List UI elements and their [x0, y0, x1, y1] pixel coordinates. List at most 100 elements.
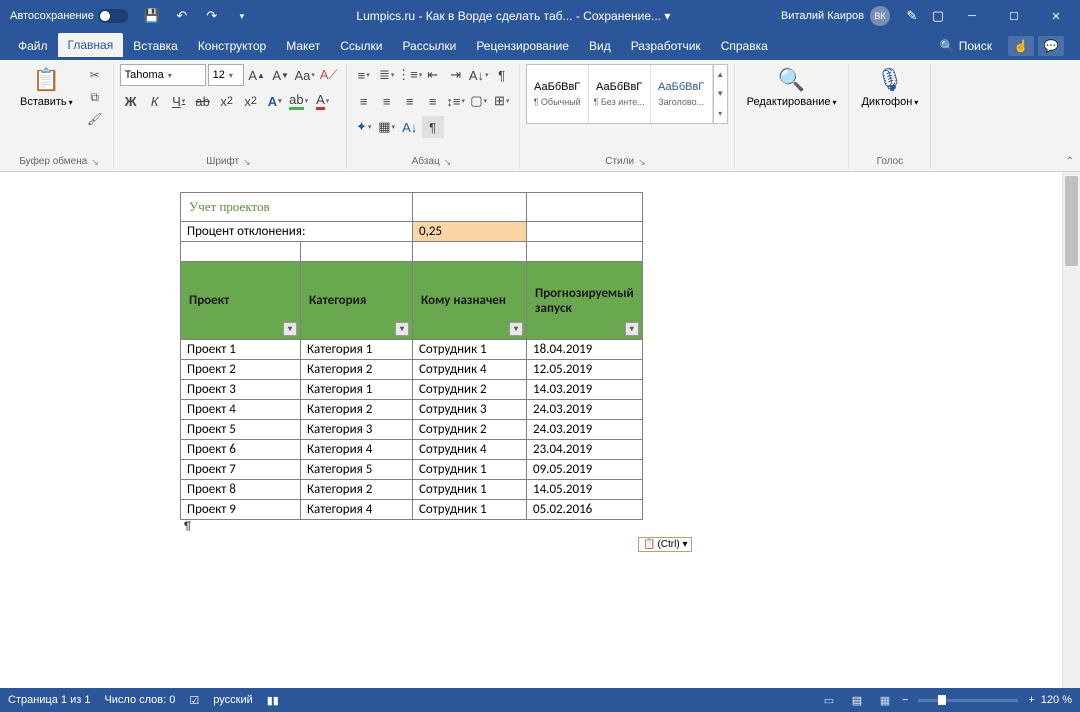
- tab-file[interactable]: Файл: [8, 34, 58, 58]
- font-size-combo[interactable]: 12▾: [208, 64, 244, 86]
- table-cell[interactable]: Категория 2: [301, 360, 413, 380]
- maximize-button[interactable]: ☐: [994, 0, 1034, 32]
- table-cell[interactable]: 23.04.2019: [527, 440, 643, 460]
- subscript-button[interactable]: x2: [216, 90, 238, 112]
- header-launch[interactable]: Прогнозируемый запуск▾: [527, 262, 643, 340]
- table-cell[interactable]: 24.03.2019: [527, 420, 643, 440]
- table-row[interactable]: Проект 2Категория 2Сотрудник 412.05.2019: [181, 360, 643, 380]
- table-cell[interactable]: 14.03.2019: [527, 380, 643, 400]
- zoom-out-button[interactable]: −: [902, 694, 908, 706]
- table-cell[interactable]: Сотрудник 2: [413, 380, 527, 400]
- font-launcher-icon[interactable]: ↘: [243, 157, 253, 167]
- tab-insert[interactable]: Вставка: [123, 34, 188, 58]
- autosave-toggle[interactable]: Автосохранение: [4, 9, 134, 23]
- dictate-button[interactable]: 🎙 Диктофон▾: [855, 64, 924, 110]
- table-cell[interactable]: Сотрудник 1: [413, 460, 527, 480]
- table-cell[interactable]: Категория 2: [301, 480, 413, 500]
- table-row[interactable]: Проект 7Категория 5Сотрудник 109.05.2019: [181, 460, 643, 480]
- tab-review[interactable]: Рецензирование: [466, 34, 579, 58]
- save-icon[interactable]: 💾: [140, 4, 164, 28]
- scrollbar-thumb[interactable]: [1065, 176, 1078, 266]
- para-launcher-icon[interactable]: ↘: [444, 157, 454, 167]
- gallery-scroll[interactable]: ▲▼▾: [713, 65, 727, 123]
- shading-button[interactable]: ▢: [468, 90, 490, 112]
- table-cell[interactable]: Сотрудник 2: [413, 420, 527, 440]
- table-row[interactable]: Проект 6Категория 4Сотрудник 423.04.2019: [181, 440, 643, 460]
- paste-button[interactable]: 📋 Вставить▾: [14, 64, 79, 110]
- tab-design[interactable]: Конструктор: [188, 34, 276, 58]
- table-cell[interactable]: Проект 9: [181, 500, 301, 520]
- draw-mode-icon[interactable]: ✎: [900, 4, 924, 28]
- editing-button[interactable]: 🔍 Редактирование▾: [741, 64, 843, 110]
- redo-icon[interactable]: ↷: [200, 4, 224, 28]
- ribbon-display-icon[interactable]: ▢: [926, 4, 950, 28]
- table-cell[interactable]: 09.05.2019: [527, 460, 643, 480]
- header-assignee[interactable]: Кому назначен▾: [413, 262, 527, 340]
- styles-gallery[interactable]: АаБбВвГ ¶ Обычный АаБбВвГ ¶ Без инте... …: [526, 64, 728, 124]
- undo-icon[interactable]: ↶: [170, 4, 194, 28]
- strike-button[interactable]: ab: [192, 90, 214, 112]
- vertical-scrollbar[interactable]: [1062, 172, 1080, 688]
- table-cell[interactable]: Проект 8: [181, 480, 301, 500]
- superscript-button[interactable]: x2: [240, 90, 262, 112]
- view-web-button[interactable]: ▦: [874, 691, 896, 709]
- font-color-button[interactable]: A: [312, 90, 334, 112]
- tab-view[interactable]: Вид: [579, 34, 621, 58]
- search-box[interactable]: 🔍 Поиск: [932, 39, 1000, 53]
- status-macro-icon[interactable]: ▮▮: [267, 694, 279, 707]
- table-row[interactable]: Проект 8Категория 2Сотрудник 114.05.2019: [181, 480, 643, 500]
- style-heading1[interactable]: АаБбВвГ Заголово...: [651, 65, 713, 123]
- table-cell[interactable]: 12.05.2019: [527, 360, 643, 380]
- borders-button[interactable]: ⊞: [491, 90, 513, 112]
- status-words[interactable]: Число слов: 0: [104, 694, 175, 706]
- table-cell[interactable]: Сотрудник 4: [413, 440, 527, 460]
- status-spellcheck-icon[interactable]: ☑: [189, 694, 199, 707]
- align-left-button[interactable]: ≡: [353, 90, 375, 112]
- table-row[interactable]: Проект 5Категория 3Сотрудник 224.03.2019: [181, 420, 643, 440]
- table-cell[interactable]: Проект 1: [181, 340, 301, 360]
- filter-icon[interactable]: ▾: [283, 322, 297, 336]
- table-cell[interactable]: 18.04.2019: [527, 340, 643, 360]
- close-button[interactable]: ✕: [1036, 0, 1076, 32]
- font-name-combo[interactable]: Tahoma▾: [120, 64, 206, 86]
- project-table[interactable]: Учет проектов Процент отклонения: 0,25 П…: [180, 192, 643, 520]
- clear-format-button[interactable]: A⟋: [318, 64, 340, 86]
- increase-indent-button[interactable]: ⇥: [445, 64, 467, 86]
- show-marks-button[interactable]: ¶: [491, 64, 513, 86]
- table-cell[interactable]: Категория 2: [301, 400, 413, 420]
- bold-button[interactable]: Ж: [120, 90, 142, 112]
- tab-developer[interactable]: Разработчик: [621, 34, 711, 58]
- table-cell[interactable]: Сотрудник 3: [413, 400, 527, 420]
- table-cell[interactable]: Категория 5: [301, 460, 413, 480]
- sort-asc-button[interactable]: A↓: [399, 116, 421, 138]
- table-cell[interactable]: Проект 4: [181, 400, 301, 420]
- pilcrow-button[interactable]: ¶: [422, 116, 444, 138]
- filter-icon[interactable]: ▾: [395, 322, 409, 336]
- status-language[interactable]: русский: [213, 694, 252, 706]
- paste-options-button[interactable]: 📋 (Ctrl) ▾: [638, 537, 692, 552]
- table-row[interactable]: Проект 1Категория 1Сотрудник 118.04.2019: [181, 340, 643, 360]
- fill-button[interactable]: ▦: [376, 116, 398, 138]
- copy-button[interactable]: ⧉: [85, 88, 105, 106]
- table-cell[interactable]: Сотрудник 4: [413, 360, 527, 380]
- text-effects-button[interactable]: A: [264, 90, 286, 112]
- table-cell[interactable]: Категория 1: [301, 380, 413, 400]
- style-nospacing[interactable]: АаБбВвГ ¶ Без инте...: [589, 65, 651, 123]
- tab-references[interactable]: Ссылки: [330, 34, 392, 58]
- zoom-level[interactable]: 120 %: [1041, 694, 1072, 706]
- table-cell[interactable]: Сотрудник 1: [413, 340, 527, 360]
- zoom-in-button[interactable]: +: [1028, 694, 1034, 706]
- align-right-button[interactable]: ≡: [399, 90, 421, 112]
- change-case-button[interactable]: Aa: [294, 64, 316, 86]
- multilevel-button[interactable]: ⋮≡: [399, 64, 421, 86]
- table-row[interactable]: Проект 4Категория 2Сотрудник 324.03.2019: [181, 400, 643, 420]
- table-cell[interactable]: Категория 4: [301, 500, 413, 520]
- table-cell[interactable]: Проект 6: [181, 440, 301, 460]
- numbering-button[interactable]: ≣: [376, 64, 398, 86]
- table-cell[interactable]: Проект 5: [181, 420, 301, 440]
- tab-help[interactable]: Справка: [711, 34, 778, 58]
- table-cell[interactable]: Категория 3: [301, 420, 413, 440]
- style-normal[interactable]: АаБбВвГ ¶ Обычный: [527, 65, 589, 123]
- sort-button[interactable]: A↓: [468, 64, 490, 86]
- highlight-button[interactable]: ab: [288, 90, 310, 112]
